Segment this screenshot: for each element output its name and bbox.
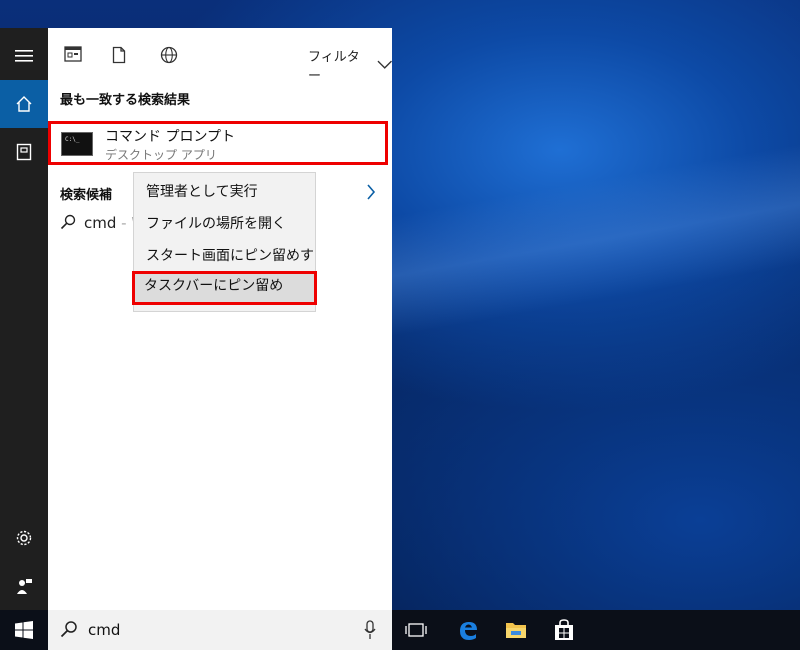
menu-item-run-as-admin[interactable]: 管理者として実行	[134, 177, 315, 207]
hamburger-icon	[15, 50, 33, 62]
best-match-item-command-prompt[interactable]: C:\_ コマンド プロンプト デスクトップ アプリ	[48, 121, 388, 165]
search-icon	[60, 620, 78, 642]
edge-button[interactable]	[444, 610, 492, 650]
menu-item-pin-to-start[interactable]: スタート画面にピン留めする	[134, 241, 315, 294]
command-prompt-icon: C:\_	[61, 132, 93, 156]
store-button[interactable]	[540, 610, 588, 650]
filter-label: フィルター	[308, 50, 360, 84]
web-icon[interactable]	[160, 46, 178, 68]
task-view-button[interactable]	[392, 610, 440, 650]
chevron-down-icon	[377, 60, 392, 69]
file-explorer-button[interactable]	[492, 610, 540, 650]
menu-item-open-file-location[interactable]: ファイルの場所を開く	[134, 209, 315, 239]
filter-dropdown[interactable]: フィルター	[308, 46, 392, 84]
feedback-button[interactable]	[0, 562, 48, 610]
suggestion-text: cmd	[84, 214, 117, 232]
search-scope-bar: フィルター	[48, 28, 392, 84]
apps-icon[interactable]	[64, 46, 82, 66]
search-input[interactable]: cmd	[88, 621, 120, 639]
home-icon	[16, 96, 32, 112]
chevron-right-icon[interactable]	[366, 184, 376, 204]
start-left-rail	[0, 28, 48, 610]
hamburger-menu-button[interactable]	[0, 32, 48, 80]
taskbar-search-box[interactable]: cmd	[48, 610, 392, 650]
search-icon	[60, 214, 76, 230]
start-button[interactable]	[0, 610, 48, 650]
document-icon[interactable]	[112, 46, 126, 68]
notebook-button[interactable]	[0, 128, 48, 176]
best-match-title: コマンド プロンプト	[105, 129, 236, 145]
windows-start-icon	[15, 621, 33, 639]
suggestions-header: 検索候補	[60, 188, 113, 203]
menu-item-pin-to-taskbar[interactable]: タスクバーにピン留め	[132, 271, 317, 305]
best-match-subtitle: デスクトップ アプリ	[105, 148, 217, 162]
store-icon	[555, 619, 573, 640]
notebook-icon	[16, 143, 32, 161]
edge-icon	[460, 622, 477, 640]
home-button[interactable]	[0, 80, 48, 128]
feedback-person-icon	[17, 579, 32, 594]
file-explorer-icon	[506, 623, 526, 638]
task-view-icon	[405, 623, 427, 637]
gear-icon	[16, 530, 32, 546]
context-menu: 管理者として実行 ファイルの場所を開く スタート画面にピン留めする タスクバーに…	[132, 172, 317, 312]
search-results-panel: フィルター 最も一致する検索結果 C:\_ コマンド プロンプト デスクトップ …	[48, 28, 392, 610]
settings-button[interactable]	[0, 514, 48, 562]
best-match-header: 最も一致する検索結果	[60, 93, 191, 108]
microphone-icon[interactable]	[364, 620, 376, 644]
